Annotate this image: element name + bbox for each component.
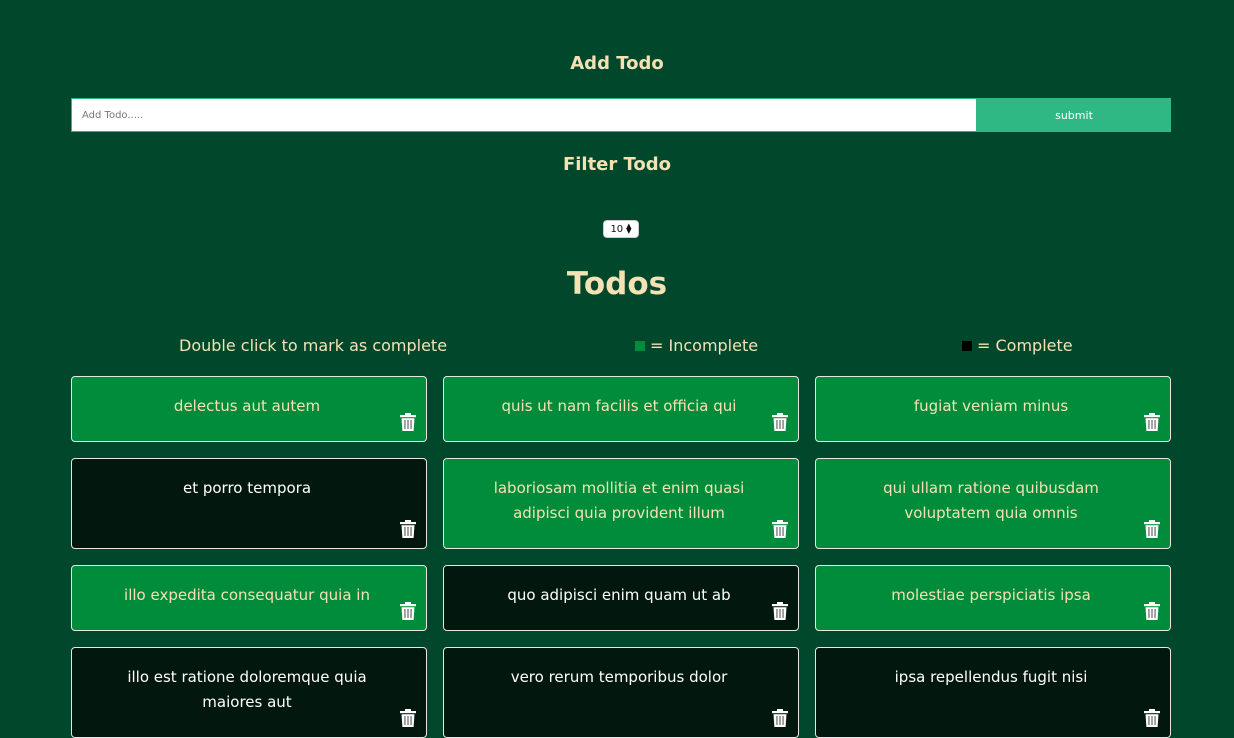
todo-title: delectus aut autem	[173, 397, 321, 415]
todo-title: qui ullam ratione quibusdam voluptatem q…	[883, 479, 1099, 522]
legend-complete: = Complete	[962, 336, 1073, 355]
todo-item[interactable]: illo expedita consequatur quia in	[71, 565, 427, 631]
todo-title: quis ut nam facilis et officia qui	[501, 397, 737, 415]
todo-item[interactable]: qui ullam ratione quibusdam voluptatem q…	[815, 458, 1171, 549]
complete-swatch	[962, 340, 972, 351]
todo-item[interactable]: et porro tempora	[71, 458, 427, 549]
legend-incomplete-text: = Incomplete	[650, 336, 759, 355]
legend-incomplete: = Incomplete	[635, 336, 758, 355]
todo-title: quo adipisci enim quam ut ab	[507, 586, 731, 604]
todo-item[interactable]: quis ut nam facilis et officia qui	[443, 376, 799, 442]
trash-icon[interactable]	[1144, 413, 1160, 431]
todo-item[interactable]: quo adipisci enim quam ut ab	[443, 565, 799, 631]
todo-item[interactable]: fugiat veniam minus	[815, 376, 1171, 442]
todo-title: fugiat veniam minus	[913, 397, 1069, 415]
trash-icon[interactable]	[400, 413, 416, 431]
trash-icon[interactable]	[400, 602, 416, 620]
todo-item[interactable]: laboriosam mollitia et enim quasi adipis…	[443, 458, 799, 549]
todo-title: illo est ratione doloremque quia maiores…	[127, 668, 367, 711]
todo-list: delectus aut autem quis ut nam facilis et…	[71, 376, 1171, 738]
trash-icon[interactable]	[1144, 602, 1160, 620]
todo-item[interactable]: vero rerum temporibus dolor	[443, 647, 799, 738]
submit-button[interactable]: submit	[977, 98, 1171, 132]
todo-item[interactable]: molestiae perspiciatis ipsa	[815, 565, 1171, 631]
todo-title: et porro tempora	[182, 479, 312, 497]
trash-icon[interactable]	[772, 602, 788, 620]
add-todo-heading: Add Todo	[570, 53, 664, 74]
trash-icon[interactable]	[772, 413, 788, 431]
legend-hint: Double click to mark as complete	[179, 336, 447, 355]
todo-item[interactable]: illo est ratione doloremque quia maiores…	[71, 647, 427, 738]
todo-item[interactable]: ipsa repellendus fugit nisi	[815, 647, 1171, 738]
todo-limit-value: 10	[610, 223, 624, 235]
todo-title: illo expedita consequatur quia in	[124, 586, 370, 604]
incomplete-swatch	[635, 340, 645, 351]
todo-item[interactable]: delectus aut autem	[71, 376, 427, 442]
select-arrows-icon: ▲ ▼	[626, 222, 632, 235]
todo-title: laboriosam mollitia et enim quasi adipis…	[493, 479, 745, 522]
trash-icon[interactable]	[772, 520, 788, 538]
todos-heading: Todos	[566, 266, 668, 302]
add-todo-form: submit	[71, 98, 1171, 132]
trash-icon[interactable]	[400, 520, 416, 538]
todo-limit-select[interactable]: 10 ▲ ▼	[603, 220, 639, 238]
todo-title: molestiae perspiciatis ipsa	[891, 586, 1091, 604]
trash-icon[interactable]	[1144, 520, 1160, 538]
legend-complete-text: = Complete	[977, 336, 1073, 355]
add-todo-input[interactable]	[71, 98, 977, 132]
todo-title: ipsa repellendus fugit nisi	[894, 668, 1088, 686]
todo-title: vero rerum temporibus dolor	[510, 668, 728, 686]
legend-hint-text: Double click to mark as complete	[179, 336, 448, 355]
filter-todo-heading: Filter Todo	[562, 154, 672, 175]
